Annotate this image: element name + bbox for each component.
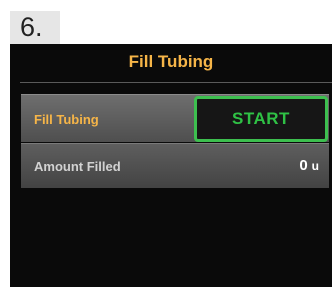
step-number-label: 6. (10, 11, 60, 44)
title-divider (20, 82, 332, 83)
amount-filled-row: Amount Filled 0u (21, 143, 329, 188)
device-screen: Fill Tubing Fill Tubing START Amount Fil… (10, 44, 332, 287)
amount-filled-unit: u (311, 159, 319, 173)
amount-filled-readout: 0u (299, 157, 319, 174)
amount-filled-label: Amount Filled (34, 159, 121, 174)
fill-tubing-row: Fill Tubing START (21, 94, 329, 142)
screen-title: Fill Tubing (128, 52, 214, 71)
amount-filled-value: 0 (299, 157, 308, 174)
fill-tubing-label: Fill Tubing (34, 112, 99, 127)
start-button[interactable]: START (194, 96, 328, 142)
